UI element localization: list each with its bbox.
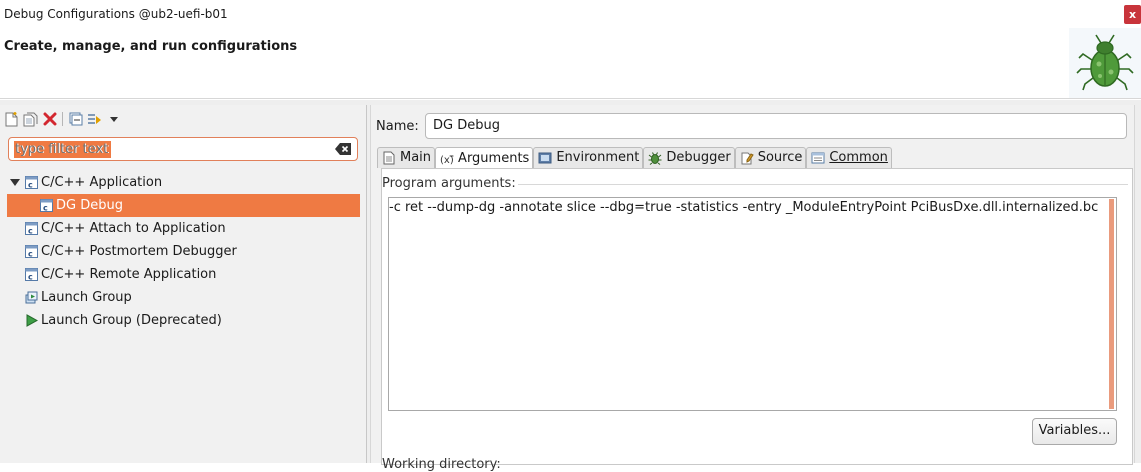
tab-label: Debugger xyxy=(666,150,731,165)
toolbar-separator xyxy=(62,112,63,126)
variable-icon: (x)= xyxy=(440,153,454,166)
svg-text:c: c xyxy=(28,273,33,282)
tab-source[interactable]: Source xyxy=(734,147,807,168)
tree-item-label: C/C++ Attach to Application xyxy=(41,221,226,236)
config-tabs: Main (x) = Arguments Environment Debugger… xyxy=(377,147,892,169)
c-config-icon: c xyxy=(40,199,53,212)
name-label: Name: xyxy=(376,119,419,134)
tab-label: Arguments xyxy=(458,150,530,166)
tree-item-label: C/C++ Postmortem Debugger xyxy=(41,244,237,259)
tab-debugger[interactable]: Debugger xyxy=(643,147,735,168)
group-divider xyxy=(518,184,1128,185)
config-list-panel: type filter text c C/C++ Application c D… xyxy=(0,105,367,463)
c-config-icon: c xyxy=(25,245,38,258)
expand-arrow-icon[interactable] xyxy=(10,179,20,186)
environment-icon xyxy=(538,152,552,164)
tree-item-dg-debug[interactable]: c DG Debug xyxy=(7,194,360,217)
tree-item-launch-group-deprecated[interactable]: Launch Group (Deprecated) xyxy=(0,309,366,332)
bug-icon xyxy=(648,152,662,165)
new-config-icon[interactable] xyxy=(3,111,20,128)
tab-label: Main xyxy=(400,150,432,165)
document-icon xyxy=(383,151,395,165)
close-button[interactable]: x xyxy=(1124,5,1141,24)
tree-item-remote[interactable]: c C/C++ Remote Application xyxy=(0,263,366,286)
run-icon xyxy=(26,314,38,327)
program-arguments-label: Program arguments: xyxy=(382,176,516,191)
tree-item-label: C/C++ Remote Application xyxy=(41,267,217,282)
dialog-header: Create, manage, and run configurations xyxy=(0,28,1141,99)
c-config-icon: c xyxy=(25,176,38,189)
tree-item-label: C/C++ Application xyxy=(41,175,163,190)
tree-item-label: DG Debug xyxy=(56,198,123,213)
tab-common[interactable]: Common xyxy=(806,147,892,168)
dropdown-arrow-icon[interactable] xyxy=(105,111,122,128)
svg-text:c: c xyxy=(28,250,33,259)
collapse-all-icon[interactable] xyxy=(67,111,84,128)
svg-text:=: = xyxy=(449,153,454,160)
program-arguments-textarea[interactable]: -c ret --dump-dg -annotate slice --dbg=t… xyxy=(388,197,1117,411)
program-arguments-text: -c ret --dump-dg -annotate slice --dbg=t… xyxy=(389,200,1099,215)
tab-label: Environment xyxy=(556,150,640,165)
svg-text:c: c xyxy=(43,204,48,213)
tab-main[interactable]: Main xyxy=(377,147,436,168)
c-config-icon: c xyxy=(25,268,38,281)
c-config-icon: c xyxy=(25,222,38,235)
tree-item-attach[interactable]: c C/C++ Attach to Application xyxy=(0,217,366,240)
variables-button[interactable]: Variables... xyxy=(1032,418,1117,445)
common-icon xyxy=(811,152,825,164)
dialog-body: type filter text c C/C++ Application c D… xyxy=(0,100,1141,472)
working-directory-label: Working directory: xyxy=(382,457,501,472)
delete-icon[interactable] xyxy=(41,111,58,128)
tree-item-cpp-application[interactable]: c C/C++ Application xyxy=(0,171,366,194)
name-field[interactable]: DG Debug xyxy=(425,113,1127,139)
filter-input[interactable] xyxy=(13,140,337,158)
filter-icon[interactable] xyxy=(86,111,103,128)
launch-group-icon xyxy=(25,291,38,304)
svg-text:c: c xyxy=(28,227,33,236)
title-bar: Debug Configurations @ub2-uefi-b01 x xyxy=(0,0,1141,28)
bug-icon xyxy=(1069,28,1141,98)
vertical-scrollbar[interactable] xyxy=(1109,199,1114,409)
filter-field[interactable]: type filter text xyxy=(8,137,358,161)
config-toolbar xyxy=(3,109,122,129)
tree-item-label: Launch Group (Deprecated) xyxy=(41,313,222,328)
config-editor-panel: Name: DG Debug Main (x) = Arguments Envir… xyxy=(370,105,1135,472)
source-icon xyxy=(741,152,754,165)
tree-item-launch-group[interactable]: Launch Group xyxy=(0,286,366,309)
tab-label: Source xyxy=(757,150,803,165)
config-tree: c C/C++ Application c DG Debug c C/C++ A… xyxy=(0,171,366,332)
duplicate-icon[interactable] xyxy=(22,111,39,128)
dialog-heading: Create, manage, and run configurations xyxy=(4,39,298,54)
tab-environment[interactable]: Environment xyxy=(533,147,644,168)
tree-item-label: Launch Group xyxy=(41,290,132,305)
clear-filter-icon[interactable] xyxy=(335,143,351,155)
window-title: Debug Configurations @ub2-uefi-b01 xyxy=(4,7,228,21)
arguments-tab-content: Program arguments: -c ret --dump-dg -ann… xyxy=(381,168,1133,472)
tab-arguments[interactable]: (x) = Arguments xyxy=(435,147,534,169)
svg-text:c: c xyxy=(28,181,33,190)
tab-label: Common xyxy=(829,150,888,165)
tree-item-postmortem[interactable]: c C/C++ Postmortem Debugger xyxy=(0,240,366,263)
